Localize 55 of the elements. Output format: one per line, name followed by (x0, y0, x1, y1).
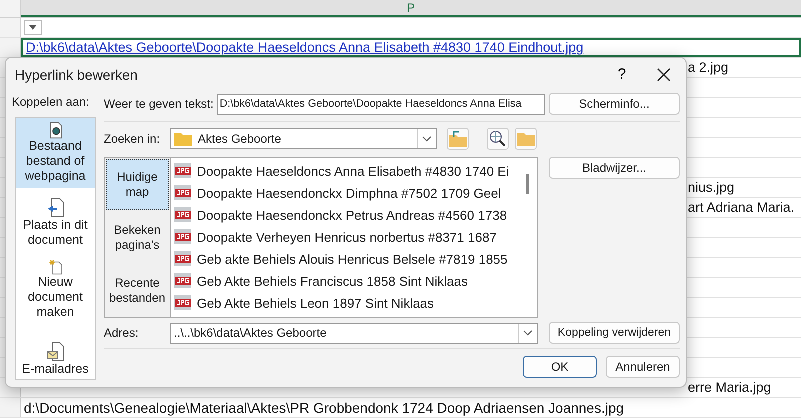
view-tab[interactable]: Huidige map (106, 159, 169, 210)
filter-dropdown-button[interactable] (24, 20, 42, 35)
look-in-dropdown[interactable]: Aktes Geboorte (170, 128, 437, 149)
chevron-down-icon (523, 330, 533, 336)
column-header[interactable]: P (21, 0, 801, 17)
link-type-item[interactable]: Bestaand bestand of webpagina (16, 118, 95, 188)
chevron-down-icon (422, 136, 432, 142)
dialog-button[interactable]: Annuleren (606, 356, 680, 378)
link-type-item[interactable]: Plaats in dit document (16, 194, 95, 252)
close-icon (657, 68, 671, 82)
help-button[interactable]: ? (602, 65, 642, 84)
jpg-file-icon (174, 185, 192, 201)
jpg-file-icon (174, 229, 192, 245)
row-header[interactable] (0, 398, 21, 417)
file-item[interactable]: Doopakte Verheyen Henricus norbertus #8371 1687 (171, 226, 537, 248)
address-field[interactable]: ..\..\bk6\data\Aktes Geboorte (170, 322, 538, 344)
file-item[interactable]: Doopakte Haesendonckx Petrus Andreas #4560 1738 (171, 204, 537, 226)
view-tab[interactable]: Bekeken pagina's (105, 211, 170, 264)
bookmark-button[interactable]: Bladwijzer... (549, 157, 680, 179)
file-item[interactable]: Doopakte Haesendonckx Dimphna #7502 1709 Geel (171, 182, 537, 204)
spreadsheet-cell[interactable]: D:\bk6\data\Aktes Geboorte\Doopakte Haeseldoncs Anna Elisabeth #4830 1740 Eindhout.jpg (21, 38, 801, 57)
view-tab[interactable]: Recente bestanden (105, 264, 170, 317)
file-item[interactable]: Geb Akte Behiels Leon 1897 Sint Niklaas (171, 292, 537, 314)
web-search-icon[interactable] (487, 128, 509, 150)
display-text-label: Weer te geven tekst: (104, 96, 214, 113)
file-item[interactable]: Doopakte Haeseldoncs Anna Elisabeth #4830 1740 Ei (171, 160, 537, 182)
jpg-file-icon (174, 273, 192, 289)
folder-icon (174, 132, 192, 146)
jpg-file-icon (174, 163, 192, 179)
dialog-button[interactable]: OK (523, 356, 597, 378)
link-type-item[interactable]: E-mailadres (16, 338, 95, 381)
screen-tip-button[interactable]: Scherminfo... (549, 93, 680, 115)
address-label: Adres: (104, 325, 140, 342)
document-arrow-icon (46, 198, 64, 218)
document-globe-icon (48, 122, 64, 139)
file-item[interactable]: Geb akte Behiels Alouis Henricus Belsele #7819 1855 (171, 248, 537, 270)
remove-link-button[interactable]: Koppeling verwijderen (549, 322, 680, 344)
folder-up-icon[interactable] (447, 128, 469, 150)
folder-icon[interactable] (515, 128, 537, 150)
look-in-label: Zoeken in: (104, 130, 162, 148)
cell-text: d:\Documents\Genealogie\Materiaal\Aktes\PR Grobbendonk 1724 Doop Adriaensen Joannes.jpg (24, 400, 624, 416)
caret-icon (29, 25, 37, 30)
jpg-file-icon (174, 295, 192, 311)
new-document-icon (46, 260, 64, 275)
cell-text: erre Maria.jpg (688, 380, 772, 395)
jpg-file-icon (174, 251, 192, 267)
link-type-item[interactable]: Nieuw document maken (16, 256, 95, 324)
hyperlink[interactable]: D:\bk6\data\Aktes Geboorte\Doopakte Haeseldoncs Anna Elisabeth #4830 1740 Eindhout.jpg (26, 40, 584, 55)
jpg-file-icon (174, 207, 192, 223)
spreadsheet-cell[interactable]: d:\Documents\Genealogie\Materiaal\Aktes\PR Grobbendonk 1724 Doop Adriaensen Joannes.jpg (21, 398, 801, 417)
file-item[interactable]: Geb Akte Behiels Franciscus 1858 Sint Niklaas (171, 270, 537, 292)
dialog-title: Hyperlink bewerken (15, 66, 139, 82)
display-text-field[interactable]: D:\bk6\data\Aktes Geboorte\Doopakte Haeseldoncs Anna Elisa (216, 94, 545, 114)
link-to-label: Koppelen aan: (12, 94, 90, 111)
document-envelope-icon (46, 342, 64, 362)
